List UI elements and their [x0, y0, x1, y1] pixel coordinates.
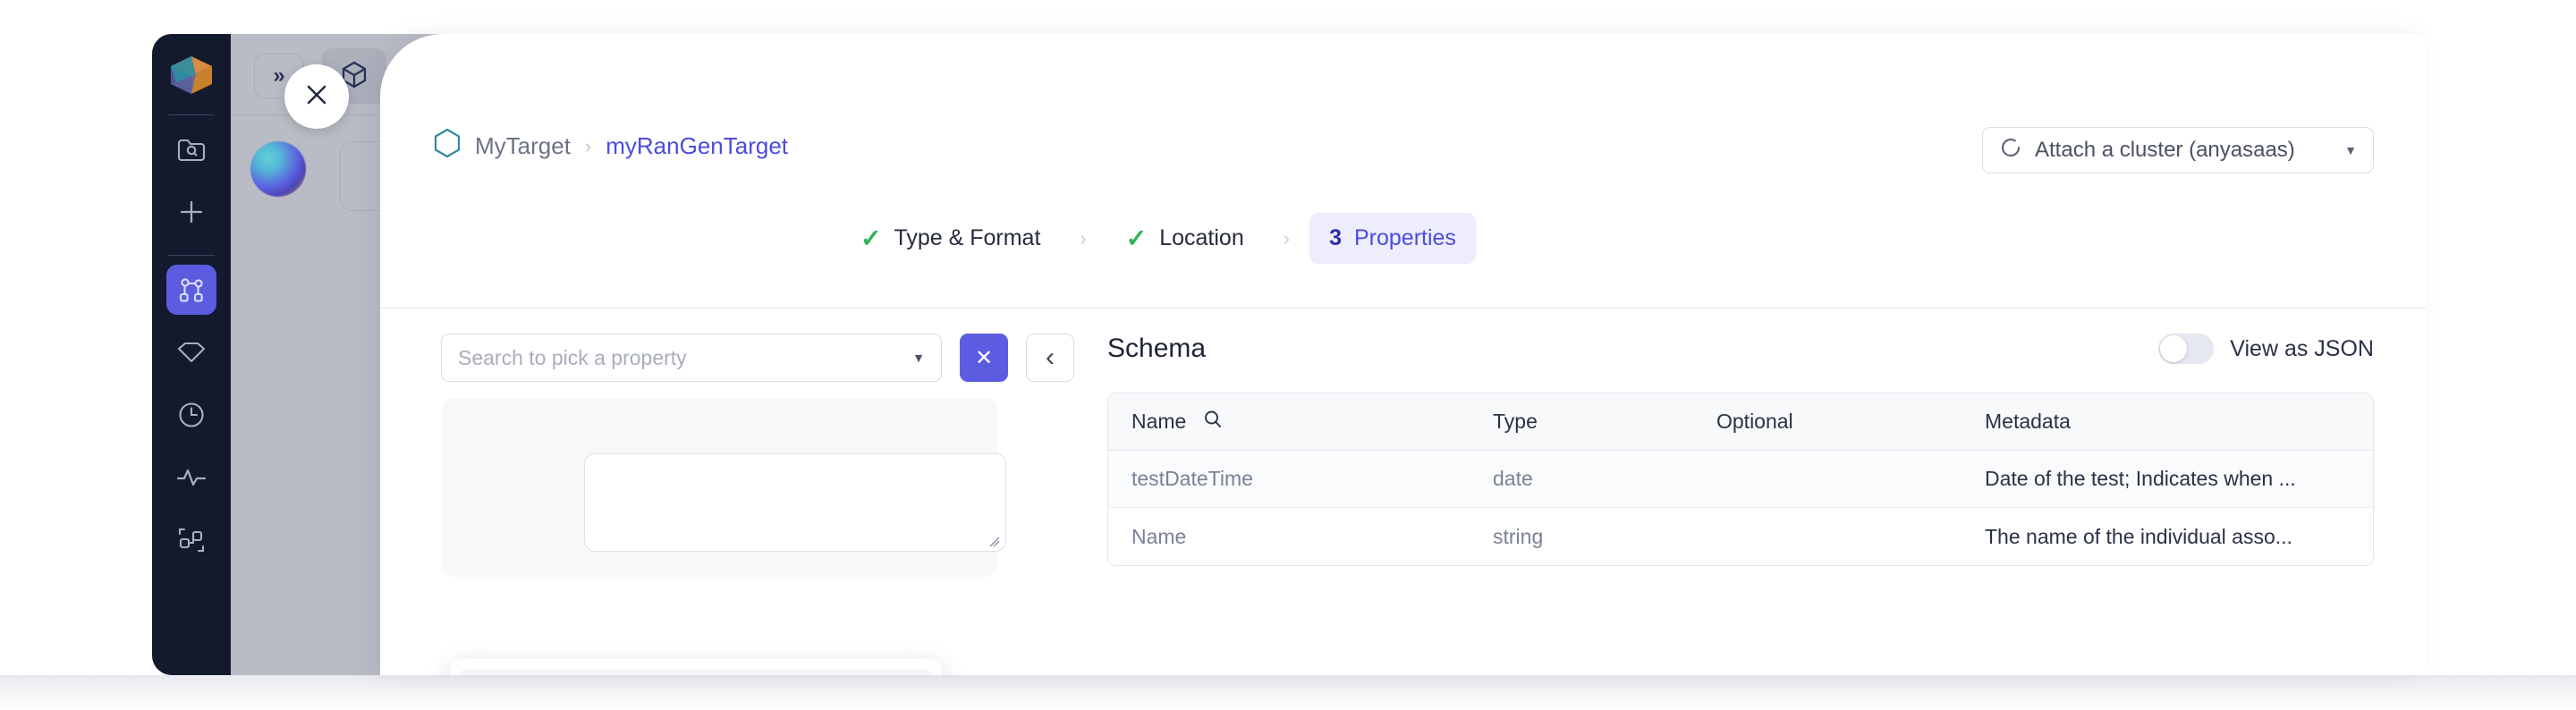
- table-header-row: Name Type Optional Metadata: [1108, 393, 2373, 451]
- sidebar-item-add[interactable]: [166, 187, 216, 237]
- property-dropdown-menu: Write Mode Partition Columns Compression…: [450, 659, 942, 675]
- chevron-down-icon: ▼: [2344, 143, 2357, 157]
- step-label: Properties: [1353, 225, 1456, 250]
- table-row[interactable]: Name string The name of the individual a…: [1108, 508, 2373, 565]
- sidebar-item-browse[interactable]: [166, 124, 216, 174]
- view-as-json-label: View as JSON: [2230, 335, 2374, 361]
- breadcrumb: MyTarget › myRanGenTarget: [434, 128, 788, 165]
- dropdown-item-write-mode[interactable]: Write Mode: [459, 670, 933, 675]
- flow-icon: [177, 275, 206, 304]
- app-logo-icon: [166, 50, 216, 100]
- close-dialog-button[interactable]: [284, 64, 349, 129]
- left-nav-rail: [152, 34, 231, 675]
- chevron-down-icon: ▼: [912, 351, 925, 365]
- property-dropdown-wrapper: Write Mode Partition Columns Compression…: [380, 634, 942, 675]
- column-header-name: Name: [1108, 409, 1493, 435]
- resize-grip-icon[interactable]: [988, 536, 1001, 548]
- target-wizard-dialog: MyTarget › myRanGenTarget Attach a clust…: [380, 34, 2426, 675]
- spinner-icon: [1999, 136, 2022, 165]
- activity-icon: [176, 466, 207, 489]
- column-header-name-label: Name: [1131, 410, 1187, 433]
- step-label: Location: [1159, 225, 1244, 250]
- step-type-format[interactable]: ✓ Type & Format: [841, 211, 1060, 266]
- property-form-card: [441, 398, 1006, 577]
- cell-metadata: The name of the individual asso...: [1985, 524, 2292, 548]
- schema-table: Name Type Optional Metadata testDateTime…: [1107, 393, 2374, 566]
- wizard-stepper: ✓ Type & Format › ✓ Location › 3 Propert…: [841, 211, 1476, 266]
- properties-panel: Search to pick a property ▼ ✕ ‹: [380, 309, 1074, 675]
- breadcrumb-current[interactable]: myRanGenTarget: [606, 132, 788, 160]
- check-icon: ✓: [860, 224, 882, 252]
- sidebar-item-integrations[interactable]: [166, 515, 216, 565]
- step-label: Type & Format: [894, 225, 1041, 250]
- column-header-optional: Optional: [1716, 410, 1793, 433]
- attach-cluster-label: Attach a cluster (anyasaas): [2035, 138, 2295, 162]
- cell-type: date: [1493, 467, 1533, 490]
- browse-icon: [176, 136, 207, 163]
- clock-icon: [177, 401, 206, 429]
- view-as-json-toggle[interactable]: View as JSON: [2158, 334, 2374, 364]
- toggle-track[interactable]: [2158, 334, 2215, 364]
- cell-name: Name: [1131, 524, 1187, 548]
- sidebar-item-monitoring[interactable]: [166, 452, 216, 503]
- column-header-metadata: Metadata: [1985, 410, 2071, 433]
- stepper-separator: ›: [1283, 226, 1291, 249]
- chevron-double-right-icon: »: [273, 63, 285, 88]
- page-bottom-fade: [0, 675, 2576, 710]
- property-search-placeholder: Search to pick a property: [458, 345, 687, 369]
- schema-panel: Schema View as JSON Name Type Optional M…: [1060, 309, 2426, 675]
- clear-property-button[interactable]: ✕: [960, 334, 1008, 382]
- sidebar-item-quality[interactable]: [166, 327, 216, 377]
- dialog-header: MyTarget › myRanGenTarget Attach a clust…: [380, 34, 2426, 309]
- sidebar-item-flows[interactable]: [166, 265, 216, 315]
- expand-icon: [177, 526, 206, 554]
- cell-metadata: Date of the test; Indicates when ...: [1985, 467, 2296, 490]
- property-value-textarea[interactable]: [584, 453, 1006, 552]
- check-icon: ✓: [1125, 224, 1148, 252]
- table-row[interactable]: testDateTime date Date of the test; Indi…: [1108, 451, 2373, 508]
- breadcrumb-separator: ›: [584, 134, 592, 157]
- diamond-icon: [176, 341, 207, 364]
- cell-name: testDateTime: [1131, 467, 1253, 490]
- rail-divider-top: [168, 114, 215, 115]
- chevron-left-icon: ‹: [1046, 342, 1055, 372]
- column-header-type: Type: [1493, 410, 1538, 433]
- hexagon-target-icon: [434, 128, 461, 165]
- close-icon: ✕: [974, 345, 994, 370]
- screen: » MyTarget › myRanGenTarget Attach a clu…: [0, 0, 2576, 710]
- property-search-select[interactable]: Search to pick a property ▼: [441, 334, 942, 382]
- attach-cluster-select[interactable]: Attach a cluster (anyasaas) ▼: [1982, 127, 2374, 173]
- schema-title: Schema: [1107, 334, 1207, 363]
- stepper-separator: ›: [1080, 226, 1087, 249]
- step-location[interactable]: ✓ Location: [1106, 211, 1264, 266]
- sidebar-item-history[interactable]: [166, 390, 216, 440]
- workspace-orb-graphic: [250, 141, 306, 197]
- step-number: 3: [1329, 225, 1342, 250]
- plus-icon: [177, 198, 206, 226]
- close-icon: [302, 80, 331, 114]
- breadcrumb-root[interactable]: MyTarget: [475, 132, 571, 160]
- cell-type: string: [1493, 524, 1544, 548]
- search-icon[interactable]: [1202, 409, 1224, 435]
- step-properties[interactable]: 3 Properties: [1309, 213, 1476, 264]
- toggle-knob: [2160, 335, 2188, 362]
- rail-divider-mid: [168, 255, 215, 256]
